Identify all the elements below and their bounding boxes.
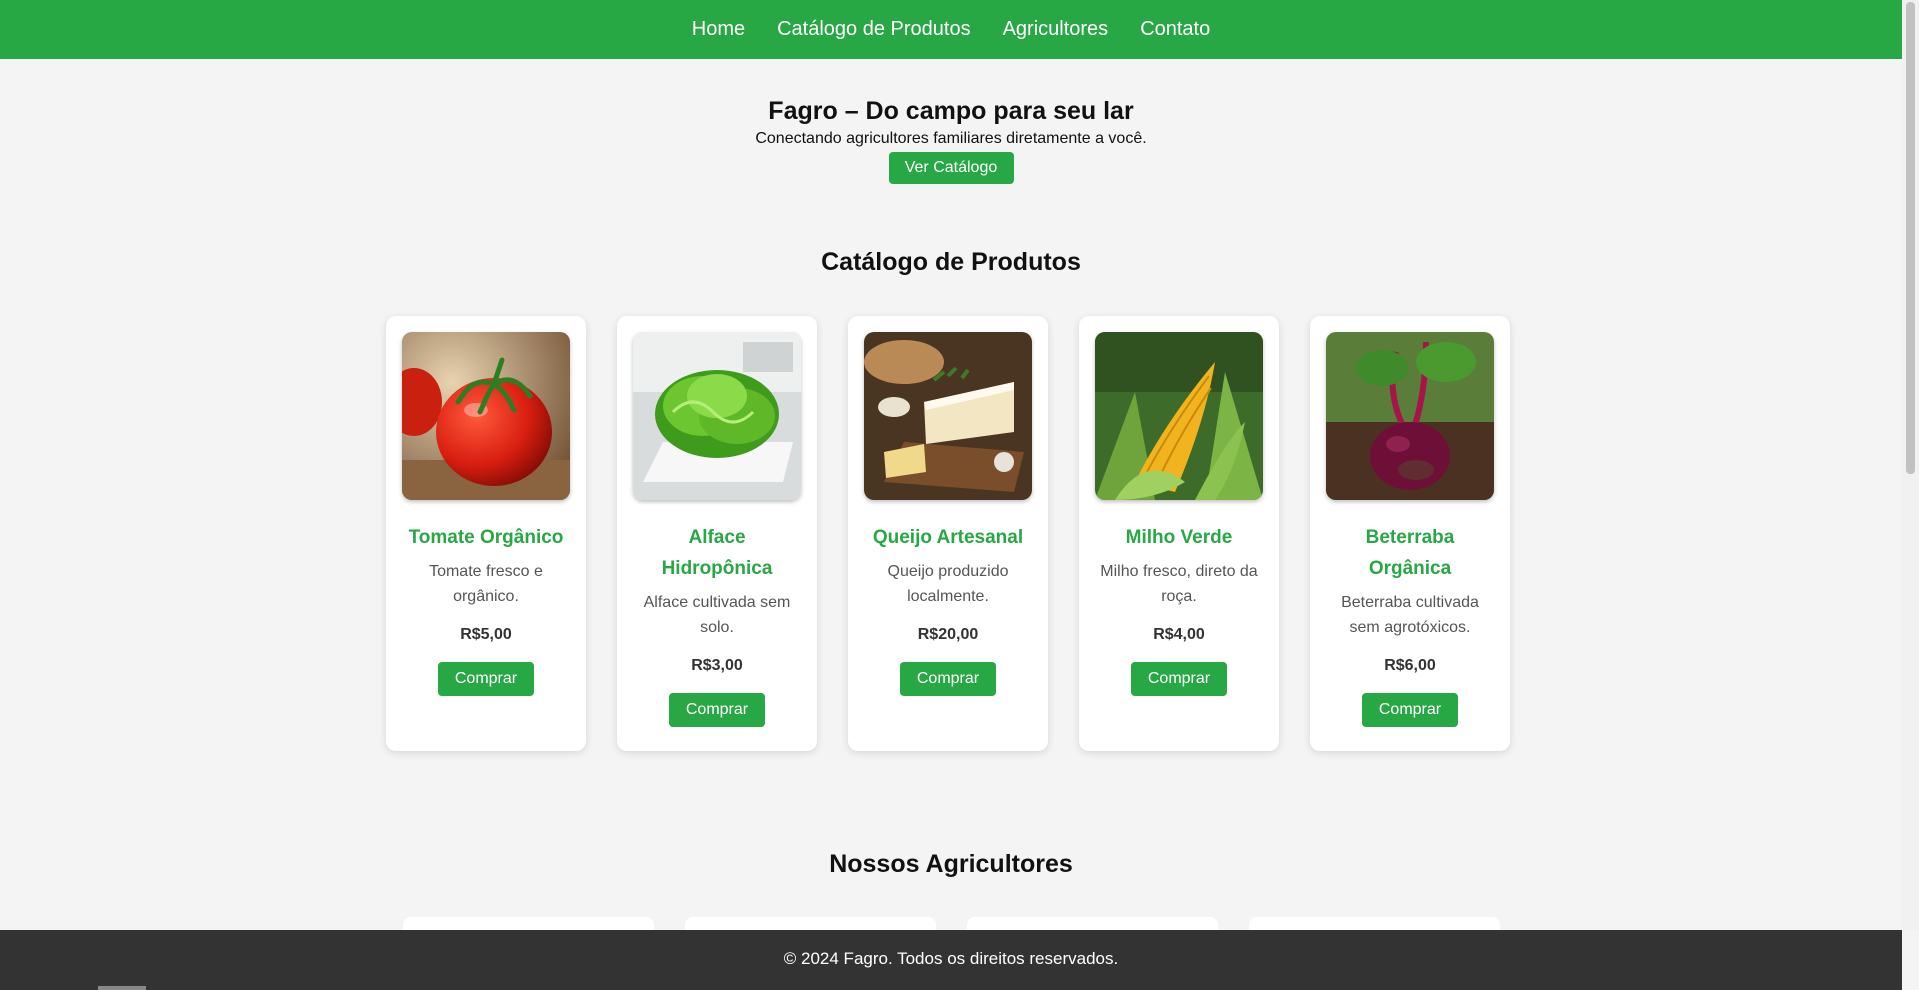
hero-title: Fagro – Do campo para seu lar — [768, 97, 1134, 125]
product-price: R$6,00 — [1384, 657, 1436, 674]
product-description: Milho fresco, direto da roça. — [1100, 563, 1258, 605]
nav-link-contact[interactable]: Contato — [1140, 18, 1210, 41]
main-navbar: Home Catálogo de Produtos Agricultores C… — [0, 0, 1902, 59]
buy-button[interactable]: Comprar — [1131, 662, 1227, 696]
view-catalog-button[interactable]: Ver Catálogo — [888, 152, 1014, 184]
page-scrollbar[interactable] — [1902, 0, 1919, 930]
farmers-title: Nossos Agricultores — [829, 850, 1073, 878]
nav-link-catalog[interactable]: Catálogo de Produtos — [777, 18, 970, 41]
product-card: Tomate Orgânico Tomate fresco e orgânico… — [386, 316, 586, 751]
product-price: R$5,00 — [460, 626, 512, 643]
product-price: R$4,00 — [1153, 626, 1205, 643]
product-card: Queijo Artesanal Queijo produzido localm… — [848, 316, 1048, 751]
buy-button[interactable]: Comprar — [669, 693, 765, 727]
buy-button[interactable]: Comprar — [1362, 693, 1458, 727]
beet-image — [1326, 332, 1494, 500]
product-description: Tomate fresco e orgânico. — [429, 563, 543, 605]
nav-link-farmers[interactable]: Agricultores — [1003, 18, 1109, 41]
product-card: Milho Verde Milho fresco, direto da roça… — [1079, 316, 1279, 751]
product-price: R$20,00 — [917, 626, 979, 643]
product-price: R$3,00 — [691, 657, 743, 674]
buy-button[interactable]: Comprar — [438, 662, 534, 696]
footer-tab-indicator — [98, 986, 146, 990]
hero-subtitle: Conectando agricultores familiares diret… — [755, 130, 1147, 147]
page-footer: © 2024 Fagro. Todos os direitos reservad… — [0, 930, 1902, 990]
buy-button[interactable]: Comprar — [900, 662, 996, 696]
hero-section: Fagro – Do campo para seu lar Conectando… — [0, 94, 1902, 184]
product-name: Milho Verde — [1125, 527, 1233, 548]
product-name: Beterraba Orgânica — [1365, 527, 1455, 579]
footer-text: © 2024 Fagro. Todos os direitos reservad… — [783, 949, 1119, 968]
cheese-image — [864, 332, 1032, 500]
product-name: Alface Hidropônica — [661, 527, 773, 579]
product-grid: Tomate Orgânico Tomate fresco e orgânico… — [386, 316, 1510, 751]
product-description: Queijo produzido localmente. — [887, 563, 1009, 605]
nav-link-home[interactable]: Home — [692, 18, 745, 41]
product-name: Tomate Orgânico — [408, 527, 564, 548]
product-card: Alface Hidropônica Alface cultivada sem … — [617, 316, 817, 751]
scrollbar-thumb[interactable] — [1906, 2, 1915, 474]
product-description: Alface cultivada sem solo. — [643, 594, 791, 636]
product-name: Queijo Artesanal — [872, 527, 1024, 548]
corn-image — [1095, 332, 1263, 500]
product-description: Beterraba cultivada sem agrotóxicos. — [1341, 594, 1479, 636]
catalog-title: Catálogo de Produtos — [821, 248, 1081, 276]
tomato-image — [402, 332, 570, 500]
lettuce-image — [633, 332, 801, 500]
product-card: Beterraba Orgânica Beterraba cultivada s… — [1310, 316, 1510, 751]
